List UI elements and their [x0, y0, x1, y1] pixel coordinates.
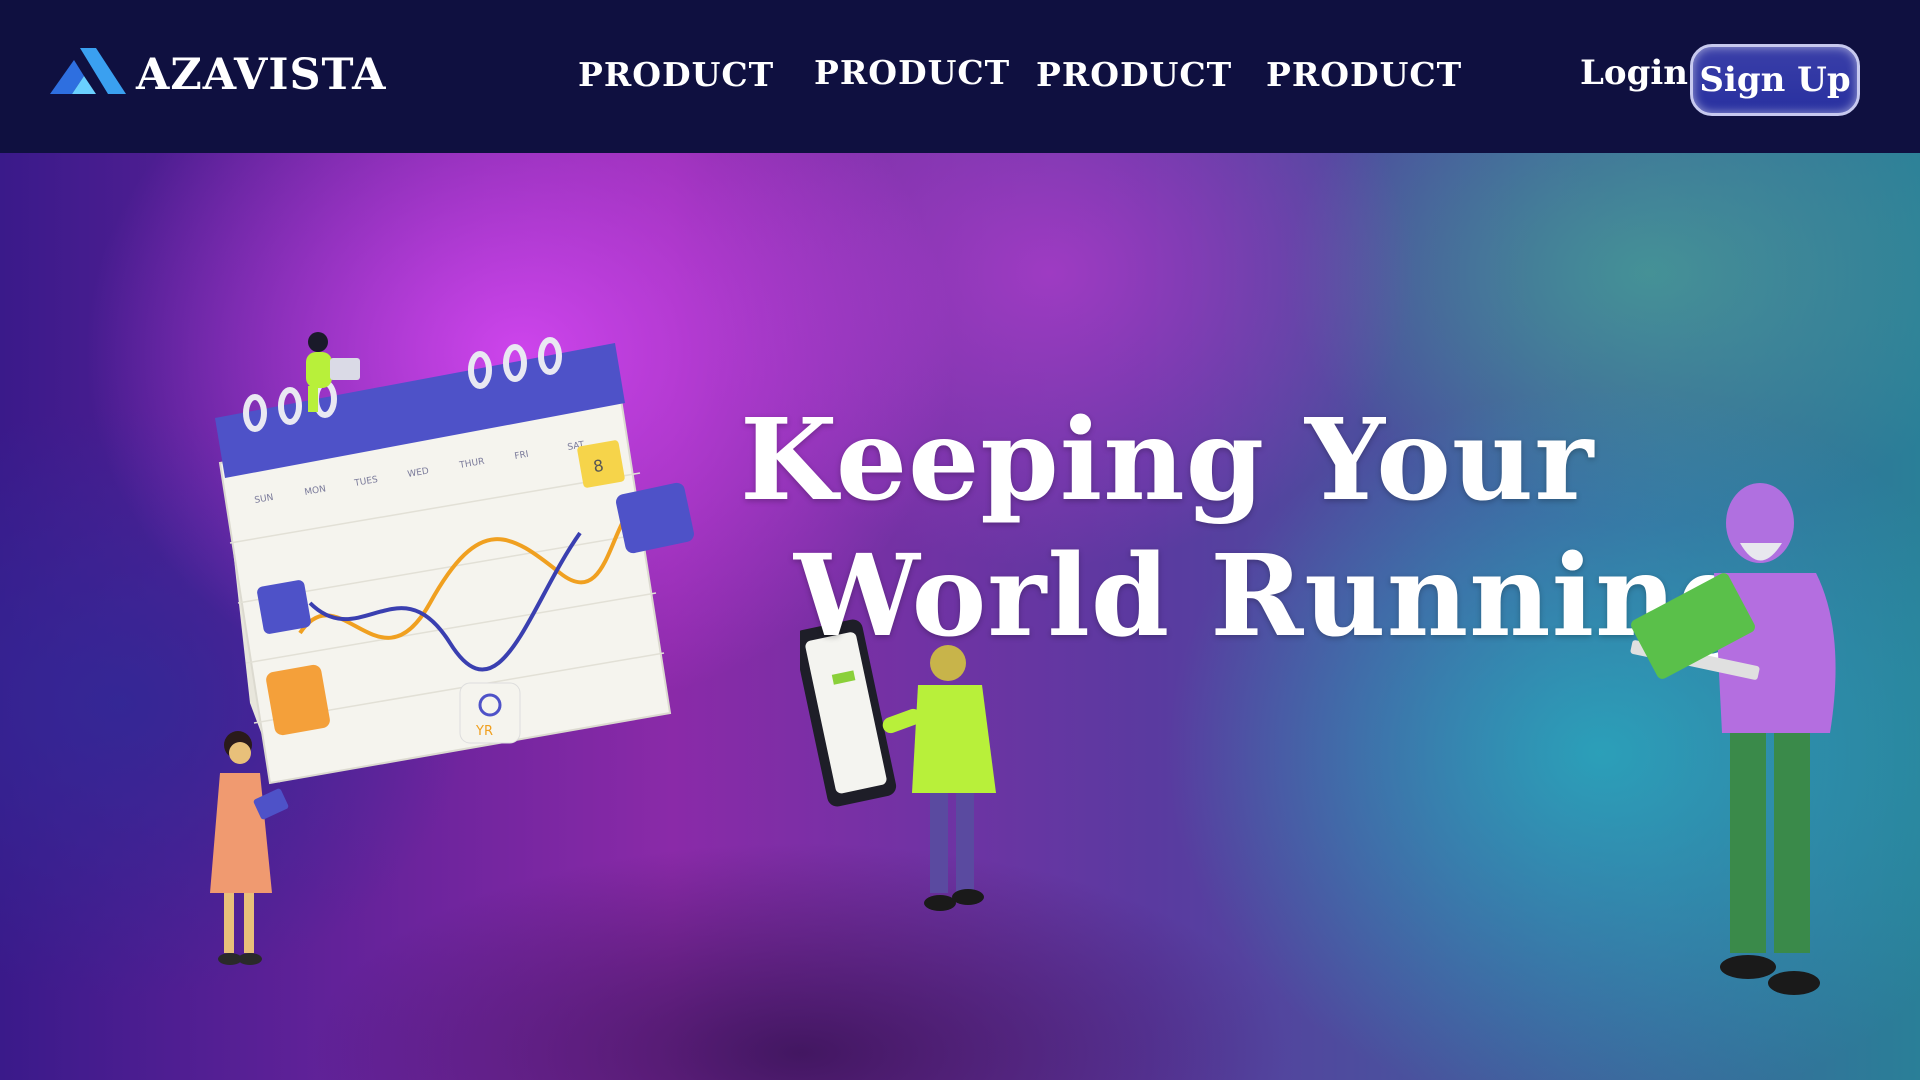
nav-link-product-4[interactable]: PRODUCT — [1266, 58, 1462, 91]
calendar-illustration: SUN MON TUES WED THUR FRI SAT 8 YR — [215, 337, 694, 785]
triangle-logo-icon — [50, 48, 126, 94]
brand-name: AZAVISTA — [136, 50, 387, 100]
nav-link-product-1[interactable]: PRODUCT — [578, 58, 774, 91]
signup-button[interactable]: Sign Up — [1690, 44, 1860, 116]
nav-link-product-2[interactable]: PRODUCT — [814, 56, 1010, 89]
pin-icon — [257, 580, 311, 634]
person-sitting-illustration — [306, 332, 360, 412]
hero-heading-line1: Keeping Your — [740, 395, 1595, 526]
hero-section: SUN MON TUES WED THUR FRI SAT 8 YR Keepi… — [0, 153, 1920, 1080]
signup-label: Sign Up — [1699, 60, 1851, 100]
svg-text:YR: YR — [475, 724, 493, 739]
top-navbar: AZAVISTA PRODUCT PRODUCT PRODUCT PRODUCT… — [0, 0, 1920, 153]
woman-with-tablet-illustration — [210, 731, 289, 965]
nav-link-product-3[interactable]: PRODUCT — [1036, 58, 1232, 91]
man-with-laptop-illustration — [1630, 483, 1836, 995]
login-link[interactable]: Login — [1580, 56, 1688, 90]
